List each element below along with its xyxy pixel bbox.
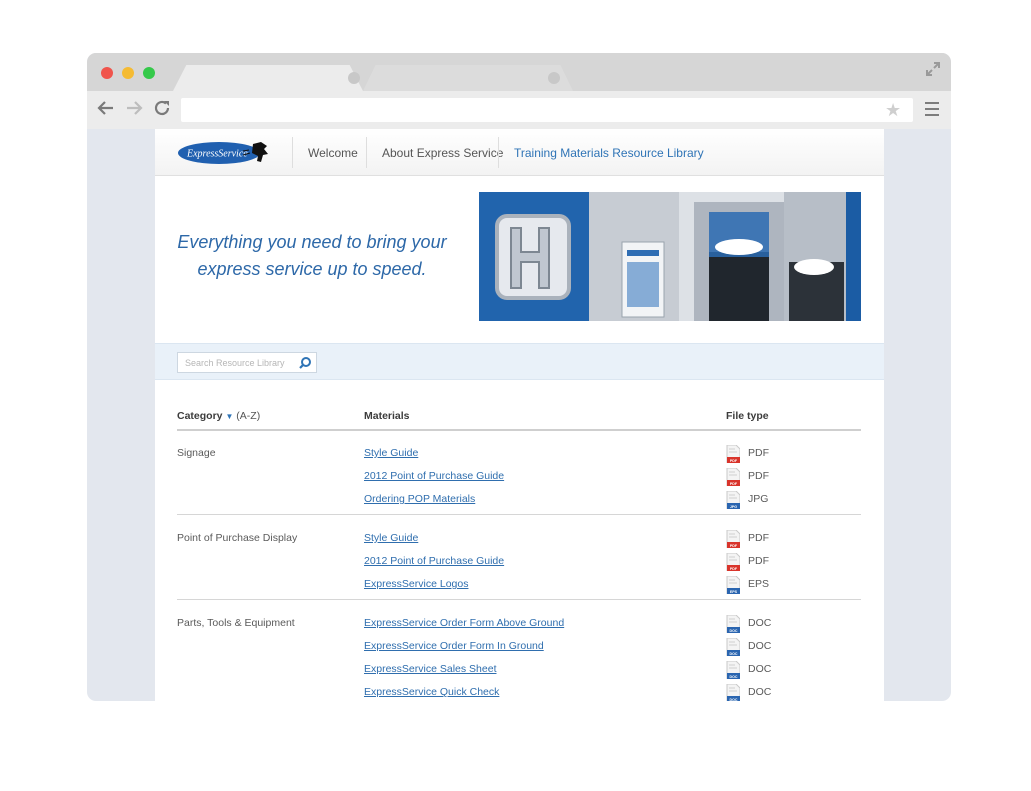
material-link[interactable]: Ordering POP Materials bbox=[364, 493, 475, 505]
file-badge-label: DOC bbox=[730, 629, 738, 633]
material-link[interactable]: Style Guide bbox=[364, 447, 418, 459]
tagline-line-2: express service up to speed. bbox=[197, 259, 427, 279]
category-label: Point of Purchase Display bbox=[177, 532, 298, 544]
file-type-label: DOC bbox=[748, 686, 772, 698]
doc-file-icon: DOC bbox=[726, 684, 740, 701]
header-materials: Materials bbox=[364, 410, 410, 422]
expressservice-logo[interactable]: ExpressService bbox=[177, 140, 273, 166]
group-divider bbox=[177, 599, 861, 600]
file-badge-label: PDF bbox=[730, 567, 738, 571]
file-badge-label: PDF bbox=[730, 459, 738, 463]
logo-text: ExpressService bbox=[186, 149, 248, 160]
file-badge-label: EPS bbox=[730, 590, 738, 594]
file-type-label: DOC bbox=[748, 663, 772, 675]
file-type-label: EPS bbox=[748, 578, 770, 590]
nav-divider bbox=[498, 137, 499, 168]
jpg-file-icon: JPG bbox=[726, 491, 740, 509]
pdf-file-icon: PDF bbox=[726, 445, 740, 463]
file-type-label: PDF bbox=[748, 447, 769, 459]
browser-toolbar: ★ bbox=[87, 91, 951, 129]
forward-arrow-icon[interactable] bbox=[125, 99, 143, 121]
file-badge-label: DOC bbox=[730, 652, 738, 656]
file-type-label: PDF bbox=[748, 532, 769, 544]
nav-about[interactable]: About Express Service bbox=[382, 146, 503, 160]
material-link[interactable]: ExpressService Quick Check bbox=[364, 686, 499, 698]
search-input[interactable]: Search Resource Library bbox=[177, 352, 317, 373]
header-category[interactable]: Category ▼ (A-Z) bbox=[177, 410, 260, 422]
doc-file-icon: DOC bbox=[726, 615, 740, 633]
nav-divider bbox=[366, 137, 367, 168]
hero-tagline: Everything you need to bring your expres… bbox=[177, 229, 447, 283]
doc-file-icon: DOC bbox=[726, 638, 740, 656]
header-filetype: File type bbox=[726, 410, 769, 422]
nav-welcome[interactable]: Welcome bbox=[308, 146, 358, 160]
file-type-label: PDF bbox=[748, 470, 769, 482]
tab-close-icon[interactable] bbox=[548, 72, 560, 84]
search-placeholder: Search Resource Library bbox=[185, 358, 285, 368]
maximize-window-button[interactable] bbox=[143, 67, 155, 79]
search-icon[interactable] bbox=[298, 356, 312, 370]
fullscreen-icon[interactable] bbox=[925, 61, 941, 77]
material-link[interactable]: ExpressService Order Form In Ground bbox=[364, 640, 544, 652]
hero-banner: Everything you need to bring your expres… bbox=[155, 177, 884, 343]
file-badge-label: DOC bbox=[730, 698, 738, 701]
search-bar: Search Resource Library bbox=[155, 343, 884, 380]
site-header: ExpressService Welcome About Express Ser… bbox=[155, 129, 884, 176]
material-link[interactable]: 2012 Point of Purchase Guide bbox=[364, 555, 504, 567]
file-badge-label: PDF bbox=[730, 482, 738, 486]
material-link[interactable]: Style Guide bbox=[364, 532, 418, 544]
header-category-label: Category bbox=[177, 410, 223, 422]
tab-close-icon[interactable] bbox=[348, 72, 360, 84]
file-badge-label: PDF bbox=[730, 544, 738, 548]
pdf-file-icon: PDF bbox=[726, 468, 740, 486]
back-arrow-icon[interactable] bbox=[97, 99, 115, 121]
pdf-file-icon: PDF bbox=[726, 530, 740, 548]
bookmark-star-icon[interactable]: ★ bbox=[885, 99, 901, 121]
web-page: ExpressService Welcome About Express Ser… bbox=[155, 129, 884, 701]
tagline-line-1: Everything you need to bring your bbox=[177, 232, 447, 252]
browser-menu-icon[interactable] bbox=[925, 102, 939, 120]
hero-photo bbox=[479, 192, 861, 321]
material-link[interactable]: ExpressService Sales Sheet bbox=[364, 663, 496, 675]
file-type-label: JPG bbox=[748, 493, 769, 505]
minimize-window-button[interactable] bbox=[122, 67, 134, 79]
sort-caret-icon[interactable]: ▼ bbox=[225, 412, 233, 421]
close-window-button[interactable] bbox=[101, 67, 113, 79]
browser-tab-active[interactable] bbox=[173, 65, 363, 91]
material-link[interactable]: 2012 Point of Purchase Guide bbox=[364, 470, 504, 482]
material-link[interactable]: ExpressService Logos bbox=[364, 578, 468, 590]
browser-window: ★ ExpressService Welcome About Express S… bbox=[87, 53, 951, 701]
material-link[interactable]: ExpressService Order Form Above Ground bbox=[364, 617, 564, 629]
doc-file-icon: DOC bbox=[726, 661, 740, 679]
file-type-label: DOC bbox=[748, 640, 772, 652]
category-label: Signage bbox=[177, 447, 216, 459]
pdf-file-icon: PDF bbox=[726, 553, 740, 571]
category-label: Parts, Tools & Equipment bbox=[177, 617, 295, 629]
file-badge-label: JPG bbox=[730, 505, 737, 509]
header-sort-order[interactable]: (A-Z) bbox=[236, 410, 260, 422]
file-type-label: DOC bbox=[748, 617, 772, 629]
eps-file-icon: EPS bbox=[726, 576, 740, 594]
address-bar[interactable] bbox=[181, 98, 913, 122]
file-badge-label: DOC bbox=[730, 675, 738, 679]
browser-tab[interactable] bbox=[363, 65, 573, 91]
file-type-label: PDF bbox=[748, 555, 769, 567]
nav-training-library[interactable]: Training Materials Resource Library bbox=[514, 146, 704, 160]
nav-divider bbox=[292, 137, 293, 168]
reload-icon[interactable] bbox=[153, 99, 171, 121]
tab-bar bbox=[87, 53, 951, 91]
group-divider bbox=[177, 514, 861, 515]
header-rule bbox=[177, 429, 861, 431]
